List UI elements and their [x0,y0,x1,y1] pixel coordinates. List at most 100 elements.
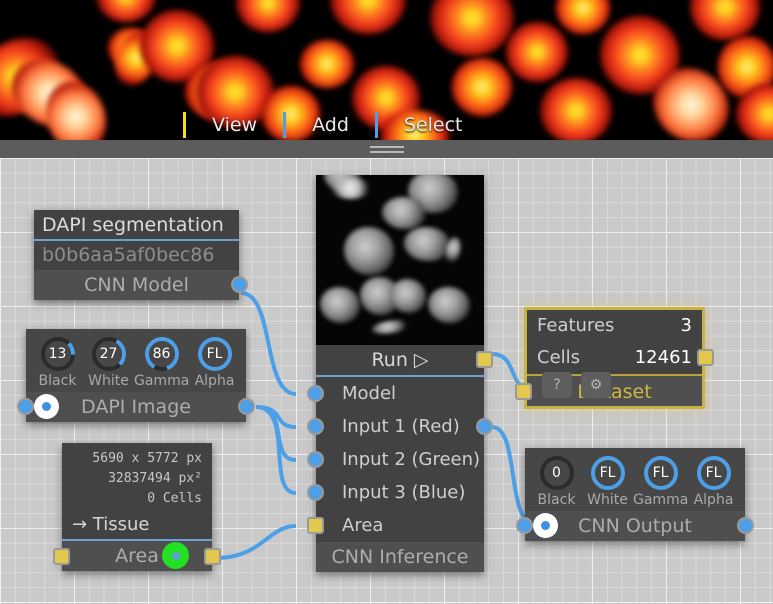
nucleus [330,177,370,199]
model-name: DAPI segmentation [34,210,239,241]
knob-out-white[interactable]: FL [590,455,626,491]
banner-blob [300,40,354,88]
port-dapi-image-output[interactable] [238,398,255,415]
knob-out-black-label: Black [537,492,576,508]
area-cell-count: 0 Cells [147,491,202,506]
nucleus [344,227,394,275]
knob-out-gamma[interactable]: FL [643,455,679,491]
menu-bar: View Add Select [183,110,489,140]
port-cnn-output-input[interactable] [516,517,533,534]
knob-black-label: Black [38,373,77,389]
knob-gamma[interactable]: 86 [144,336,180,372]
knob-out-alpha[interactable]: FL [696,455,732,491]
area-status-indicator[interactable] [162,542,189,569]
port-area-input[interactable] [53,548,70,565]
port-inference-output-image[interactable] [476,418,493,435]
help-button[interactable]: ? [542,372,572,398]
knob-cell-black[interactable]: 13 Black [32,336,83,389]
knob-out-white-label: White [587,492,628,508]
knob-out-gamma-label: Gamma [633,492,689,508]
port-dapi-image-input[interactable] [17,398,34,415]
knob-cell-gamma[interactable]: 86 Gamma [134,336,189,389]
dapi-image-title[interactable]: DAPI Image [17,392,255,422]
port-input-3-blue[interactable] [307,484,324,501]
input-label-model: Model [342,383,397,404]
dataset-cells-value: 12461 [634,347,692,368]
dataset-cells-row: Cells 12461 [527,342,714,374]
dataset-features-label: Features [537,315,615,336]
dataset-cells-label: Cells [537,347,581,368]
knob-cell-alpha[interactable]: FL Alpha [189,336,240,389]
input-row-input3[interactable]: Input 3 (Blue) [307,476,484,509]
node-area[interactable]: 5690 x 5772 px 32837494 px² 0 Cells → Ti… [53,443,221,571]
run-button[interactable]: Run ▷ [316,345,493,377]
input-label-input2: Input 2 (Green) [342,449,481,470]
port-dataset-input[interactable] [515,383,532,400]
area-stats: 5690 x 5772 px 32837494 px² 0 Cells [62,443,212,511]
knob-out-alpha-label: Alpha [693,492,734,508]
cnn-inference-title-label: CNN Inference [331,546,469,568]
drag-handle-icon[interactable] [369,145,404,153]
graph-canvas[interactable]: DAPI segmentation b0b6aa5af0bec86 CNN Mo… [0,158,773,604]
inference-preview-image[interactable] [316,175,484,345]
knob-black[interactable]: 13 [40,336,76,372]
nucleus [371,317,409,337]
node-cnn-inference[interactable]: Run ▷ Model Input 1 (Red) Input 2 (Green… [307,175,493,572]
node-cnn-model[interactable]: DAPI segmentation b0b6aa5af0bec86 CNN Mo… [34,210,248,300]
knob-alpha[interactable]: FL [197,336,233,372]
input-row-area[interactable]: Area [307,509,484,542]
cnn-output-title[interactable]: CNN Output [516,511,754,541]
dapi-image-knobs: 13 Black 27 White 86 Gamma FL Alpha [26,329,246,392]
dataset-features-value: 3 [680,315,692,336]
nucleus [390,279,426,313]
help-icon: ? [553,377,561,393]
knob-gamma-value: 86 [152,346,171,362]
visibility-toggle-dapi-image[interactable] [34,394,59,419]
node-cnn-output[interactable]: 0 Black FL White FL Gamma FL Alpha CNN O… [516,448,754,541]
port-area-output[interactable] [204,548,221,565]
port-inference-output-dataset[interactable] [476,351,493,368]
knob-cell-white[interactable]: 27 White [83,336,134,389]
menu-item-select[interactable]: Select [378,110,489,140]
knob-white-label: White [88,373,129,389]
nucleus [382,197,426,229]
knob-gamma-label: Gamma [134,373,190,389]
knob-white[interactable]: 27 [91,336,127,372]
knob-out-alpha-value: FL [705,465,722,481]
node-dapi-image[interactable]: 13 Black 27 White 86 Gamma FL Alpha DAPI… [17,329,255,422]
port-input-model[interactable] [307,385,324,402]
fluorescence-preview-banner[interactable]: View Add Select [0,0,773,140]
port-dataset-output[interactable] [697,349,714,366]
port-input-area[interactable] [307,517,324,534]
model-hash: b0b6aa5af0bec86 [42,244,215,266]
banner-blob [236,0,300,32]
splitter-bar[interactable] [0,140,773,158]
node-dataset[interactable]: Features 3 Cells 12461 Dataset ? ⚙ [515,307,714,409]
port-cnn-model-output[interactable] [231,276,248,293]
knob-out-black[interactable]: 0 [539,455,575,491]
input-row-input2[interactable]: Input 2 (Green) [307,443,484,476]
banner-blob [452,58,512,116]
settings-button[interactable]: ⚙ [581,372,611,398]
menu-item-view[interactable]: View [186,110,283,140]
visibility-toggle-cnn-output[interactable] [533,513,558,538]
knob-cell-out-gamma[interactable]: FL Gamma [633,455,688,508]
knob-cell-out-alpha[interactable]: FL Alpha [688,455,739,508]
banner-blob [330,0,406,34]
area-title[interactable]: Area [53,541,221,571]
gear-icon: ⚙ [589,377,603,393]
input-row-input1[interactable]: Input 1 (Red) [307,410,493,443]
port-cnn-output-output[interactable] [737,517,754,534]
input-row-model[interactable]: Model [307,377,484,410]
run-button-label: Run ▷ [371,349,429,371]
cnn-model-title[interactable]: CNN Model [34,270,248,300]
knob-cell-out-black[interactable]: 0 Black [531,455,582,508]
menu-item-add[interactable]: Add [286,110,375,140]
port-input-1-red[interactable] [307,418,324,435]
knob-cell-out-white[interactable]: FL White [582,455,633,508]
port-input-2-green[interactable] [307,451,324,468]
node-editor-window: View Add Select DAPI segmentation b0b6aa… [0,0,773,604]
cnn-inference-title[interactable]: CNN Inference [316,542,484,572]
area-tissue-link[interactable]: → Tissue [62,511,212,541]
area-body: 5690 x 5772 px 32837494 px² 0 Cells → Ti… [62,443,212,541]
